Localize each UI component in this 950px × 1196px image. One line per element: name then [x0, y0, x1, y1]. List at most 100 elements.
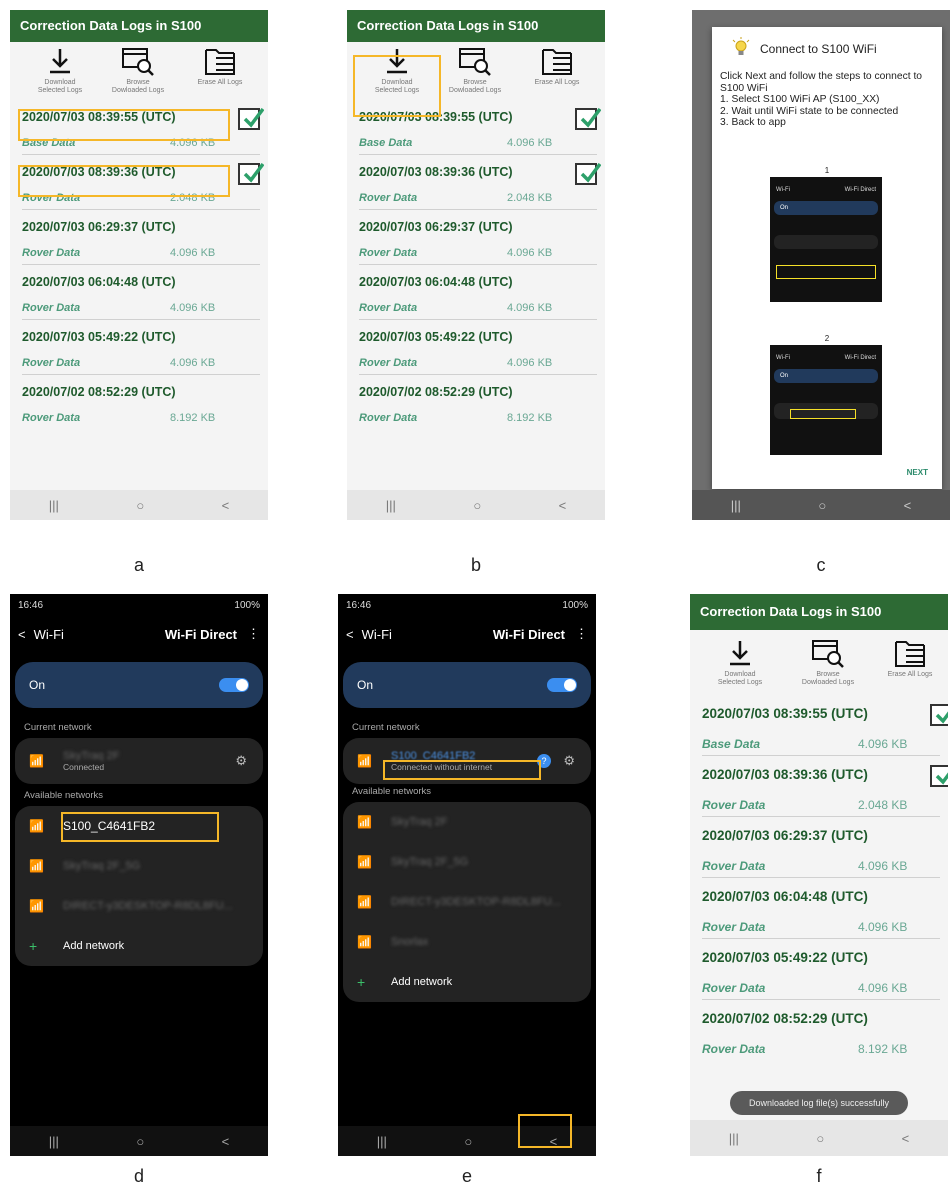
home-button[interactable]: ○ — [473, 498, 481, 513]
log-time: 2020/07/03 06:29:37 (UTC) — [702, 828, 868, 843]
network-row[interactable]: 📶 S100_C4641FB2 — [15, 806, 263, 846]
current-network-card: 📶 S100_C4641FB2 Connected without interne… — [343, 738, 591, 784]
network-row[interactable]: 📶 SkyTraq 2F_5G — [15, 846, 263, 886]
network-row[interactable]: 📶 DIRECT-y3DESKTOP-R8DL8FU... — [15, 886, 263, 926]
log-item[interactable]: 2020/07/02 08:52:29 (UTC) Rover Data 8.1… — [10, 379, 268, 434]
home-button[interactable]: ○ — [464, 1134, 472, 1149]
highlight-box — [18, 165, 230, 197]
home-button[interactable]: ○ — [136, 498, 144, 513]
wifi-toggle-row[interactable]: On — [343, 662, 591, 708]
gear-icon[interactable]: ⚙ — [563, 753, 575, 769]
browse-button[interactable]: Browse Dowloaded Logs — [788, 638, 868, 687]
browse-button[interactable]: Browse Dowloaded Logs — [435, 46, 515, 95]
divider — [359, 209, 597, 210]
wifi-direct-button[interactable]: Wi-Fi Direct — [165, 627, 237, 642]
log-type: Rover Data — [702, 920, 766, 934]
thumb-on-row: On — [774, 201, 878, 215]
network-row[interactable]: 📶 SkyTraq 2F_5G — [343, 842, 591, 882]
checkmark-icon — [580, 108, 601, 128]
toggle-switch[interactable] — [547, 678, 577, 692]
log-checkbox[interactable] — [575, 108, 601, 130]
log-type: Base Data — [359, 137, 413, 149]
current-network[interactable]: 📶 S100_C4641FB2 Connected without interne… — [343, 738, 591, 784]
recent-apps-button[interactable]: ||| — [49, 498, 59, 513]
next-button[interactable]: NEXT — [907, 468, 928, 477]
erase-icon — [895, 641, 925, 667]
back-arrow-icon[interactable]: < — [18, 627, 26, 642]
download-button[interactable]: Download Selected Logs — [20, 46, 100, 95]
back-button[interactable]: < — [222, 1134, 230, 1149]
network-row[interactable]: 📶 DIRECT-y3DESKTOP-R8DL8FU... — [343, 882, 591, 922]
more-menu-icon[interactable]: ⋮ — [247, 626, 260, 642]
log-time: 2020/07/03 08:39:55 (UTC) — [702, 706, 868, 721]
home-button[interactable]: ○ — [816, 1131, 824, 1146]
panel-label-a: a — [133, 555, 144, 575]
recent-apps-button[interactable]: ||| — [377, 1134, 387, 1149]
log-size: 4.096 KB — [170, 247, 216, 259]
more-menu-icon[interactable]: ⋮ — [575, 626, 588, 642]
log-checkbox[interactable] — [930, 765, 948, 787]
network-row[interactable]: 📶 SkyTraq 2F — [343, 802, 591, 842]
erase-icon — [205, 49, 235, 75]
dialog-body: Click Next and follow the steps to conne… — [720, 71, 923, 128]
log-checkbox[interactable] — [930, 704, 948, 726]
wifi-lock-icon: 📶 — [29, 859, 44, 873]
back-button[interactable]: < — [559, 498, 567, 513]
log-list: 2020/07/03 08:39:55 (UTC) Base Data 4.09… — [690, 700, 948, 1066]
gear-icon[interactable]: ⚙ — [235, 753, 247, 769]
divider — [359, 264, 597, 265]
recent-apps-button[interactable]: ||| — [729, 1131, 739, 1146]
wifi-toggle-row[interactable]: On — [15, 662, 263, 708]
log-checkbox[interactable] — [575, 163, 601, 185]
current-network[interactable]: 📶 SkyTraq 2F Connected ⚙ — [15, 738, 263, 784]
log-size: 2.048 KB — [507, 192, 553, 204]
highlight-box — [383, 760, 541, 780]
recent-apps-button[interactable]: ||| — [49, 1134, 59, 1149]
log-item[interactable]: 2020/07/03 08:39:36 (UTC) Rover Data 2.0… — [347, 159, 605, 214]
back-button[interactable]: < — [222, 498, 230, 513]
erase-button[interactable]: Erase All Logs — [180, 46, 260, 87]
toggle-switch[interactable] — [219, 678, 249, 692]
browse-button[interactable]: Browse Dowloaded Logs — [98, 46, 178, 95]
log-item[interactable]: 2020/07/03 05:49:22 (UTC) Rover Data 4.0… — [10, 324, 268, 379]
log-item[interactable]: 2020/07/03 06:04:48 (UTC) Rover Data 4.0… — [10, 269, 268, 324]
log-item[interactable]: 2020/07/03 08:39:36 (UTC) Rover Data 2.0… — [690, 761, 948, 822]
log-item[interactable]: 2020/07/02 08:52:29 (UTC) Rover Data 8.1… — [347, 379, 605, 434]
divider — [22, 209, 260, 210]
log-item[interactable]: 2020/07/03 06:29:37 (UTC) Rover Data 4.0… — [347, 214, 605, 269]
log-item[interactable]: 2020/07/03 08:39:55 (UTC) Base Data 4.09… — [690, 700, 948, 761]
log-size: 4.096 KB — [507, 137, 553, 149]
step2-screenshot: Wi-Fi Wi-Fi Direct On — [770, 345, 882, 455]
log-item[interactable]: 2020/07/02 08:52:29 (UTC) Rover Data 8.1… — [690, 1005, 948, 1066]
home-button[interactable]: ○ — [136, 1134, 144, 1149]
log-size: 4.096 KB — [170, 357, 216, 369]
log-time: 2020/07/02 08:52:29 (UTC) — [22, 385, 176, 399]
home-button[interactable]: ○ — [818, 498, 826, 513]
log-checkbox[interactable] — [238, 163, 264, 185]
back-arrow-icon[interactable]: < — [346, 627, 354, 642]
log-item[interactable]: 2020/07/03 06:04:48 (UTC) Rover Data 4.0… — [347, 269, 605, 324]
log-item[interactable]: 2020/07/03 06:04:48 (UTC) Rover Data 4.0… — [690, 883, 948, 944]
erase-button[interactable]: Erase All Logs — [870, 638, 948, 679]
log-checkbox[interactable] — [238, 108, 264, 130]
wifi-header: < Wi-Fi Wi-Fi Direct ⋮ — [338, 616, 596, 652]
back-button[interactable]: < — [902, 1131, 910, 1146]
wifi-direct-button[interactable]: Wi-Fi Direct — [493, 627, 565, 642]
erase-button[interactable]: Erase All Logs — [517, 46, 597, 87]
back-button[interactable]: < — [904, 498, 912, 513]
log-item[interactable]: 2020/07/03 06:29:37 (UTC) Rover Data 4.0… — [690, 822, 948, 883]
highlight-box — [518, 1114, 572, 1148]
log-item[interactable]: 2020/07/03 06:29:37 (UTC) Rover Data 4.0… — [10, 214, 268, 269]
download-button[interactable]: Download Selected Logs — [700, 638, 780, 687]
log-type: Rover Data — [702, 1042, 766, 1056]
network-row[interactable]: 📶 Snorlax — [343, 922, 591, 962]
add-network-button[interactable]: + Add network — [343, 962, 591, 1002]
log-item[interactable]: 2020/07/03 05:49:22 (UTC) Rover Data 4.0… — [347, 324, 605, 379]
recent-apps-button[interactable]: ||| — [386, 498, 396, 513]
checkmark-icon — [243, 163, 264, 183]
divider — [702, 999, 940, 1000]
checkmark-icon — [935, 711, 948, 724]
add-network-button[interactable]: + Add network — [15, 926, 263, 966]
log-item[interactable]: 2020/07/03 05:49:22 (UTC) Rover Data 4.0… — [690, 944, 948, 1005]
recent-apps-button[interactable]: ||| — [731, 498, 741, 513]
